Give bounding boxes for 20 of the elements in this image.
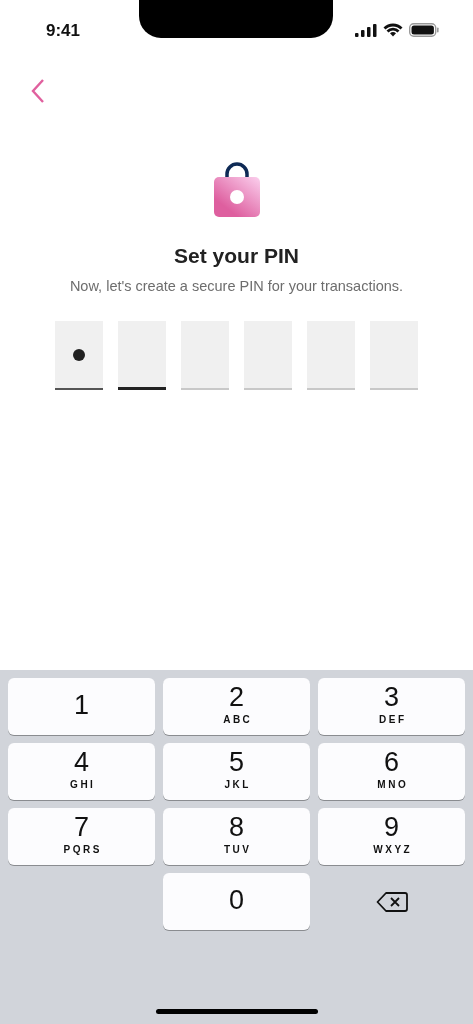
battery-icon <box>409 23 439 37</box>
delete-key[interactable] <box>374 889 409 914</box>
pin-digit-field[interactable] <box>55 321 103 390</box>
keypad-key[interactable]: 1 <box>8 678 155 735</box>
keypad-key[interactable]: 3 DEF <box>318 678 465 735</box>
keypad-key[interactable]: 2 ABC <box>163 678 310 735</box>
keypad-key[interactable]: 8 TUV <box>163 808 310 865</box>
wifi-icon <box>383 23 403 37</box>
keypad-key[interactable]: 7 PQRS <box>8 808 155 865</box>
padlock-icon <box>211 160 262 218</box>
keypad-key[interactable]: 0 <box>163 873 310 930</box>
page-subtitle: Now, let's create a secure PIN for your transactions. <box>69 278 404 294</box>
keypad-key[interactable]: 4 GHI <box>8 743 155 800</box>
keypad-key[interactable]: 6 MNO <box>318 743 465 800</box>
status-time: 9:41 <box>46 21 81 41</box>
page-title: Set your PIN <box>174 244 299 268</box>
keypad-key[interactable]: 9 WXYZ <box>318 808 465 865</box>
keypad-key[interactable]: 5 JKL <box>163 743 310 800</box>
signal-icon <box>355 23 377 37</box>
pin-digit-field[interactable] <box>118 321 166 390</box>
